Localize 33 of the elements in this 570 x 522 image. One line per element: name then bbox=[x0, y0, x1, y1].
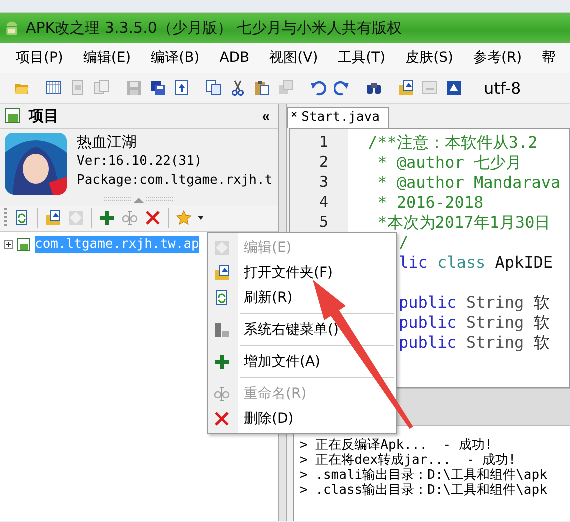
app-version: Ver:16.10.22(31) bbox=[77, 153, 204, 171]
code-text: public bbox=[399, 333, 457, 353]
app-name: 热血江湖 bbox=[77, 133, 138, 152]
code-text: * 2016-2018 bbox=[376, 193, 484, 213]
code-text: / bbox=[399, 233, 409, 253]
code-text: String bbox=[466, 313, 524, 333]
code-text: lic bbox=[399, 253, 428, 273]
code-text: String bbox=[466, 293, 524, 313]
code-text: 软 bbox=[534, 293, 550, 313]
tab-label: Start.java bbox=[302, 110, 380, 125]
line-number: 3 bbox=[318, 173, 330, 193]
line-number: 4 bbox=[318, 193, 330, 213]
code-text: public bbox=[399, 313, 457, 333]
panel-title: 项目 bbox=[29, 106, 60, 126]
code-text: /**注意：本软件从3.2 bbox=[368, 133, 538, 153]
code-text: public bbox=[399, 293, 457, 313]
output-line: > .smali输出目录：D:\工具和组件\apk bbox=[300, 468, 548, 483]
code-text: *本次为2017年1月30日 bbox=[376, 213, 551, 233]
code-text: * @author 七少月 bbox=[376, 153, 522, 173]
window-title: APK改之理 3.3.5.0（少月版） 七少月与小米人共有版权 bbox=[26, 18, 402, 38]
code-text: String bbox=[466, 333, 524, 353]
output-line: > 正在将dex转成jar... - 成功! bbox=[300, 453, 518, 468]
line-number: 2 bbox=[318, 153, 330, 173]
output-line: > 正在反编译Apk... - 成功! bbox=[300, 438, 494, 453]
code-text: class bbox=[438, 253, 486, 273]
code-text: ApkIDE bbox=[495, 253, 554, 273]
line-number: 5 bbox=[318, 213, 330, 233]
output-line: > .class输出目录：D:\工具和组件\apk bbox=[300, 483, 548, 498]
line-number: 1 bbox=[318, 133, 330, 153]
code-text: * @author Mandarava bbox=[376, 173, 561, 193]
app-package: Package:com.ltgame.rxjh.t bbox=[77, 172, 273, 190]
code-text: 软 bbox=[534, 333, 550, 353]
code-text: 软 bbox=[534, 313, 550, 333]
